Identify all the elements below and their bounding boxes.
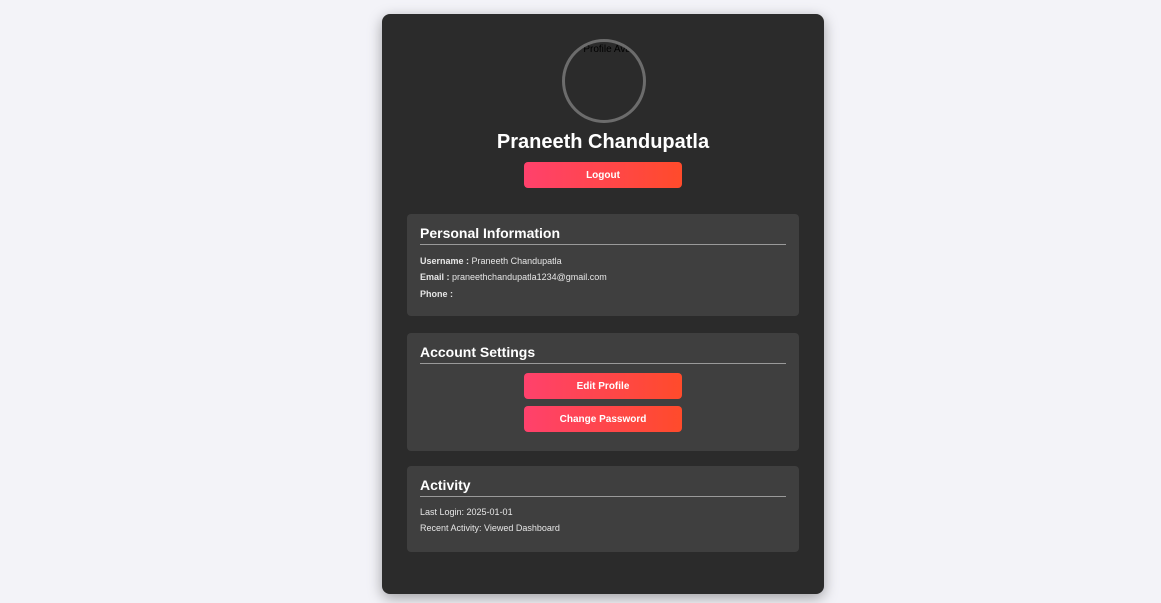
username-label: Username : (420, 256, 470, 266)
last-login: Last Login: 2025-01-01 (420, 507, 513, 517)
phone-row: Phone : (420, 289, 453, 299)
profile-name: Praneeth Chandupatla (496, 131, 710, 153)
avatar: Profile Avatar (562, 39, 646, 123)
edit-profile-button[interactable]: Edit Profile (524, 373, 682, 399)
profile-card: Profile Avatar Praneeth Chandupatla Logo… (382, 14, 824, 594)
username-value: Praneeth Chandupatla (471, 256, 562, 266)
section-title-activity: Activity (420, 477, 786, 497)
personal-information-section: Personal Information Username : Praneeth… (407, 214, 799, 316)
recent-activity: Recent Activity: Viewed Dashboard (420, 523, 560, 533)
section-title-personal: Personal Information (420, 225, 786, 245)
change-password-button[interactable]: Change Password (524, 406, 682, 432)
phone-label: Phone : (420, 289, 453, 299)
email-value: praneethchandupatla1234@gmail.com (452, 272, 607, 282)
username-row: Username : Praneeth Chandupatla (420, 256, 562, 266)
email-row: Email : praneethchandupatla1234@gmail.co… (420, 272, 607, 282)
email-label: Email : (420, 272, 450, 282)
account-settings-section: Account Settings Edit Profile Change Pas… (407, 333, 799, 451)
avatar-alt-text: Profile Avatar (583, 44, 643, 55)
logout-button[interactable]: Logout (524, 162, 682, 188)
activity-section: Activity Last Login: 2025-01-01 Recent A… (407, 466, 799, 552)
section-title-settings: Account Settings (420, 344, 786, 364)
